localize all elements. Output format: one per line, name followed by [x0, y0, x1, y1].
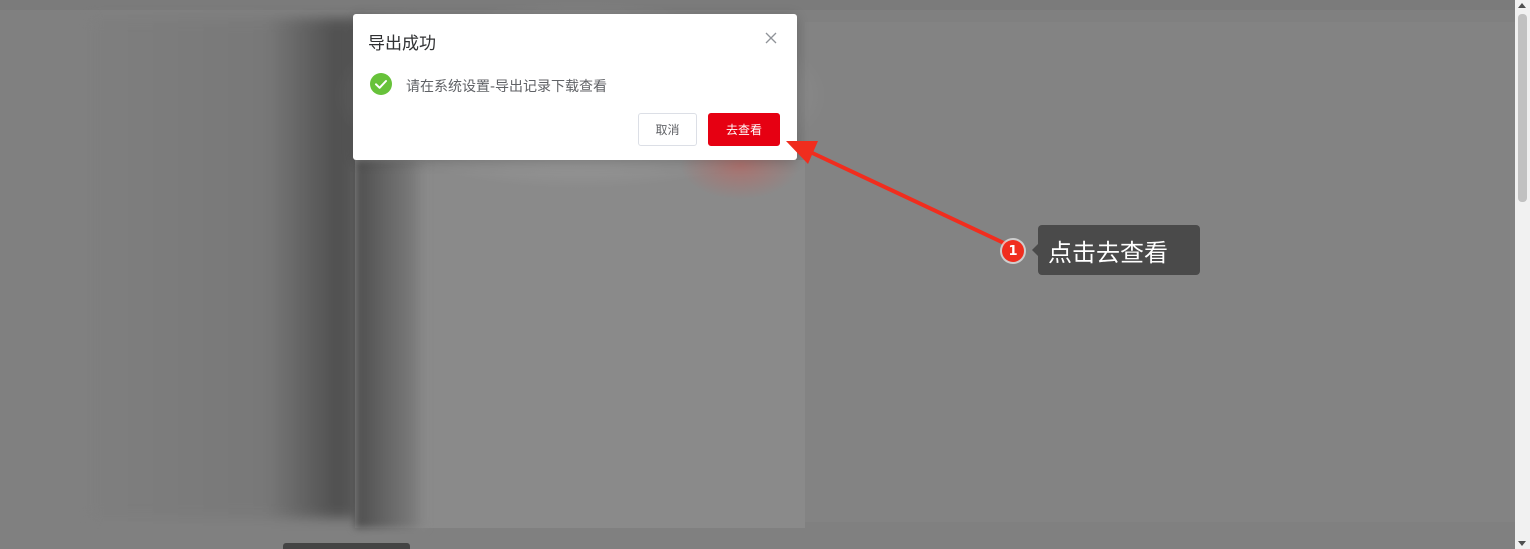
tooltip-text: 点击去查看 [1048, 238, 1168, 267]
annotation-tooltip: 点击去查看 [1032, 225, 1200, 275]
step-badge: 1 [1002, 240, 1024, 262]
annotation-arrow [786, 141, 1008, 246]
